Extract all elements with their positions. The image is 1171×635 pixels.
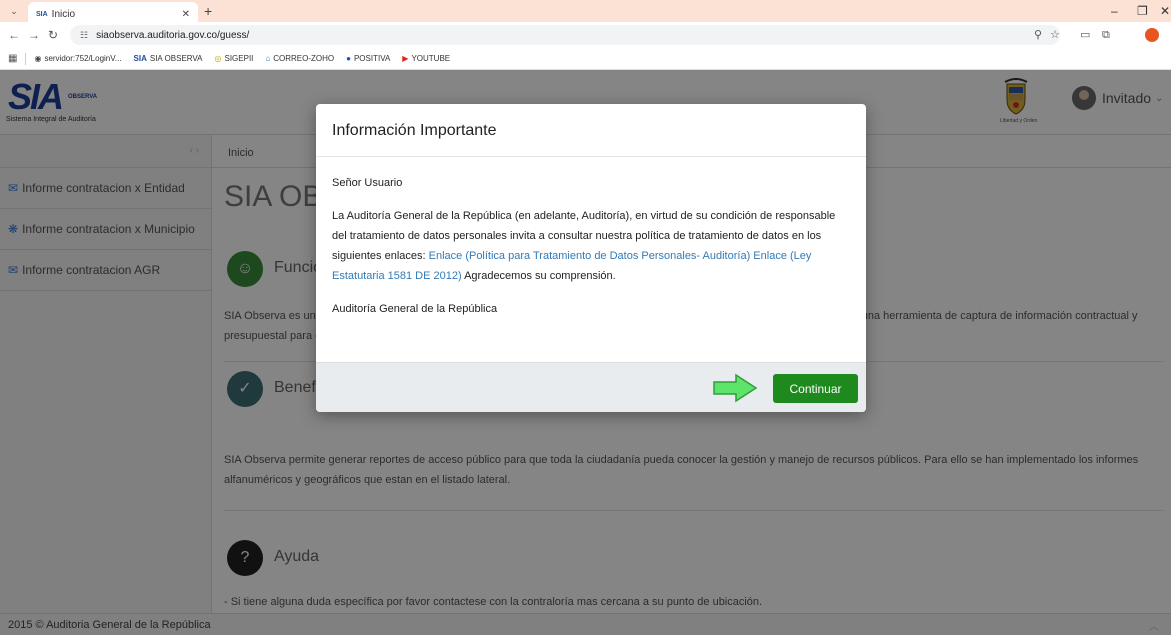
modal-message-thanks: Agradecemos su comprensión. — [461, 270, 616, 282]
modal-greeting: Señor Usuario — [332, 177, 403, 189]
browser-tab[interactable]: SIA Inicio ✕ — [28, 2, 198, 22]
bookmarks-divider — [25, 52, 27, 65]
home-icon: ⌂ — [265, 54, 271, 63]
tab-title: Inicio — [51, 8, 76, 20]
continue-button[interactable]: Continuar — [773, 374, 858, 403]
bookmark-label: SIGEPII — [224, 54, 254, 63]
privacy-policy-link[interactable]: Enlace (Política para Tratamiento de Dat… — [429, 250, 751, 262]
bookmark-label: POSITIVA — [353, 54, 391, 63]
site-info-icon[interactable]: ☷ — [80, 30, 88, 41]
close-window-icon[interactable]: ✕ — [1160, 3, 1170, 19]
restore-icon[interactable]: ❐ — [1137, 3, 1148, 19]
tab-list-chevron-icon[interactable]: ⌄ — [6, 4, 22, 18]
forward-arrow-icon[interactable]: → — [28, 27, 40, 43]
bookmark-correo-zoho[interactable]: ⌂ CORREO-ZOHO — [265, 54, 334, 63]
profile-avatar-icon[interactable] — [1145, 28, 1159, 42]
minimize-icon[interactable]: – — [1111, 3, 1118, 19]
bookmark-label: SIA OBSERVA — [149, 54, 203, 63]
zoom-icon[interactable]: ⚲ — [1034, 27, 1042, 43]
youtube-icon: ▶ — [402, 54, 409, 63]
extensions-icon[interactable]: ⧉ — [1102, 27, 1110, 43]
url-text: siaobserva.auditoria.gov.co/guess/ — [96, 29, 250, 41]
modal-signature: Auditoría General de la República — [332, 303, 498, 315]
bookmark-label: CORREO-ZOHO — [273, 54, 335, 63]
bookmark-star-icon[interactable]: ☆ — [1050, 27, 1060, 43]
bookmarks-bar: ▦ ◉ servidor:752/LoginV... SIA SIA OBSERVA… — [0, 48, 1171, 70]
globe-icon: ◉ — [34, 54, 42, 63]
arrow-right-icon — [713, 373, 758, 403]
browser-tab-bar: ⌄ SIA Inicio ✕ + – ❐ ✕ — [0, 0, 1171, 22]
new-tab-plus-icon[interactable]: + — [204, 3, 212, 19]
bookmark-sigepii[interactable]: ◎ SIGEPII — [215, 54, 254, 63]
sigep-icon: ◎ — [214, 54, 222, 63]
modal-message: La Auditoría General de la República (en… — [332, 206, 848, 286]
url-field[interactable]: ☷ siaobserva.auditoria.gov.co/guess/ — [70, 25, 1060, 45]
address-bar-row: ← → ↻ ☷ siaobserva.auditoria.gov.co/gues… — [0, 22, 1171, 48]
bookmark-label: YOUTUBE — [411, 54, 451, 63]
tab-close-icon[interactable]: ✕ — [182, 9, 190, 20]
bookmark-label: servidor:752/LoginV... — [44, 54, 122, 63]
reload-icon[interactable]: ↻ — [48, 27, 58, 43]
bookmark-servidor[interactable]: ◉ servidor:752/LoginV... — [34, 54, 121, 63]
info-modal: Información Importante Señor Usuario La … — [316, 104, 866, 412]
back-arrow-icon[interactable]: ← — [8, 27, 20, 43]
web-page: SIA OBSERVA Sistema Integral de Auditorí… — [0, 70, 1171, 635]
modal-body: Señor Usuario La Auditoría General de la… — [316, 157, 866, 319]
modal-title: Información Importante — [316, 104, 866, 157]
sia-favicon-icon: SIA — [36, 10, 48, 18]
positiva-icon: ● — [346, 54, 351, 63]
modal-footer: Continuar — [316, 362, 866, 412]
bookmark-positiva[interactable]: ● POSITIVA — [346, 54, 390, 63]
bookmark-sia-observa[interactable]: SIA SIA OBSERVA — [134, 54, 203, 63]
sia-icon: SIA — [133, 54, 147, 63]
bookmark-youtube[interactable]: ▶ YOUTUBE — [402, 54, 450, 63]
cast-icon[interactable]: ▭ — [1080, 27, 1090, 43]
apps-grid-icon[interactable]: ▦ — [8, 53, 17, 64]
